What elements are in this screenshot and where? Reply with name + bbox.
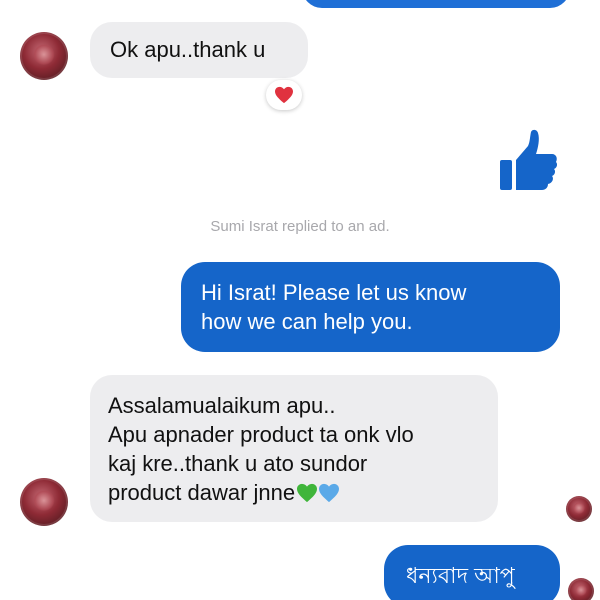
message-text: product dawar jnne — [108, 480, 296, 505]
message-text-line: Hi Israt! Please let us know — [201, 280, 467, 305]
blue-heart-icon — [319, 483, 340, 503]
seen-avatar — [568, 578, 594, 600]
incoming-message-bubble[interactable]: Assalamualaikum apu.. Apu apnader produc… — [90, 375, 498, 522]
green-heart-icon — [297, 483, 318, 503]
seen-avatar — [566, 496, 592, 522]
message-text-line: Apu apnader product ta onk vlo — [108, 422, 414, 447]
message-text: Ok apu..thank u — [110, 37, 266, 62]
message-text-line: how we can help you. — [201, 309, 413, 334]
outgoing-message-bubble[interactable]: Hi Israt! Please let us know how we can … — [181, 262, 560, 352]
outgoing-message-bubble[interactable]: ধন্যবাদ আপু — [384, 545, 560, 600]
sender-avatar[interactable] — [20, 478, 68, 526]
thumbs-up-icon[interactable] — [498, 128, 558, 192]
outgoing-bubble-partial[interactable] — [302, 0, 570, 8]
message-text-line: kaj kre..thank u ato sundor — [108, 451, 368, 476]
heart-icon — [275, 86, 293, 104]
message-text-line: Assalamualaikum apu.. — [108, 393, 336, 418]
message-reaction[interactable] — [266, 80, 302, 110]
system-note: Sumi Israt replied to an ad. — [210, 218, 390, 235]
message-text-line: product dawar jnne — [108, 478, 498, 507]
incoming-message-bubble[interactable]: Ok apu..thank u — [90, 22, 308, 78]
chat-thread: Ok apu..thank u Sumi Israt replied to an… — [0, 0, 600, 600]
message-text: ধন্যবাদ আপু — [406, 563, 515, 588]
sender-avatar[interactable] — [20, 32, 68, 80]
